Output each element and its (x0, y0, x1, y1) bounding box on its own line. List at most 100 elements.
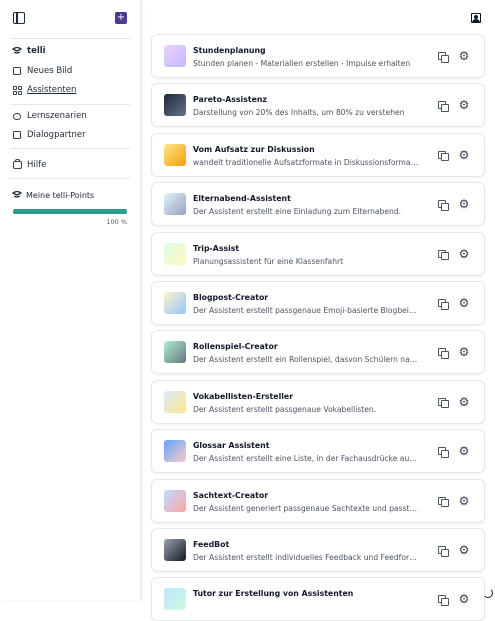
assistant-thumbnail (164, 588, 186, 611)
assistant-card[interactable]: FeedBot Der Assistent erstellt individuel… (151, 528, 485, 572)
sidebar-item-dialogpartner[interactable]: Dialogpartner (12, 127, 130, 143)
assistant-title: Pareto-Assistenz (193, 95, 267, 105)
sidebar: + telli Neues Bild Assistenten Lernszena… (0, 0, 141, 600)
settings-gear-icon[interactable]: ⚙ (458, 396, 470, 408)
points-progress-bar (13, 209, 127, 214)
settings-gear-icon[interactable]: ⚙ (458, 593, 470, 605)
assistant-description: Stunden planen - Materialien erstellen -… (193, 59, 411, 68)
assistant-thumbnail (164, 390, 186, 413)
grid-icon (12, 85, 22, 95)
settings-gear-icon[interactable]: ⚙ (458, 198, 470, 210)
assistant-description: Darstellung von 20% des Inhalts, um 80% … (193, 108, 405, 118)
assistant-thumbnail (164, 242, 186, 265)
duplicate-icon[interactable] (438, 52, 449, 63)
settings-gear-icon[interactable]: ⚙ (458, 50, 470, 62)
briefcase-icon (12, 159, 22, 170)
settings-gear-icon[interactable]: ⚙ (458, 99, 470, 111)
assistant-description: Der Assistent erstellt eine Einladung zu… (193, 207, 402, 217)
duplicate-icon[interactable] (438, 546, 449, 557)
points-percent: 100 % (106, 218, 127, 226)
assistant-card[interactable]: Sachtext-Creator Der Assistent generiert … (151, 478, 485, 523)
assistant-card[interactable]: Pareto-Assistenz Darstellung von 20% des … (151, 83, 485, 128)
assistant-description: Der Assistent erstellt individuelles Fee… (193, 553, 419, 562)
settings-gear-icon[interactable]: ⚙ (458, 495, 470, 507)
assistant-thumbnail (164, 193, 186, 216)
divider (10, 178, 130, 179)
sidebar-item-label: telli (27, 46, 46, 56)
assistant-card[interactable]: Elternabend-Assistent Der Assistent erste… (151, 182, 485, 227)
settings-gear-icon[interactable]: ⚙ (458, 544, 470, 556)
sidebar-item-label: Assistenten (27, 85, 77, 95)
duplicate-icon[interactable] (438, 299, 449, 310)
assistant-title: Stundenplanung (193, 46, 266, 55)
assistant-description: Der Assistent erstellt ein Rollenspiel, … (193, 355, 419, 365)
assistant-card[interactable]: Glossar Assistent Der Assistent erstellt … (151, 429, 485, 474)
assistant-title: Tutor zur Erstellung von Assistenten (193, 589, 354, 599)
new-chat-icon[interactable]: + (115, 12, 127, 24)
duplicate-icon[interactable] (438, 150, 449, 162)
sidebar-item-neues-bild[interactable]: Neues Bild (12, 63, 130, 79)
settings-gear-icon[interactable]: ⚙ (458, 445, 470, 457)
settings-gear-icon[interactable]: ⚙ (458, 346, 470, 358)
assistant-title: Vom Aufsatz zur Diskussion (193, 144, 315, 154)
assistant-title: Glossar Assistent (193, 441, 270, 451)
assistant-thumbnail (164, 341, 186, 364)
assistant-title: FeedBot (193, 540, 230, 549)
person-chat-icon (12, 130, 22, 140)
assistant-description: Der Assistent erstellt passgenaue Emoji-… (193, 306, 419, 315)
sidebar-item-lernszenarien[interactable]: Lernszenarien (12, 108, 130, 124)
sidebar-item-hilfe[interactable]: Hilfe (12, 157, 130, 173)
sidebar-item-telli[interactable]: telli (12, 43, 130, 59)
duplicate-icon[interactable] (438, 101, 449, 112)
duplicate-icon[interactable] (438, 447, 449, 458)
assistant-description: Planungsassistent für eine Klassenfahrt (193, 256, 344, 266)
duplicate-icon[interactable] (438, 496, 449, 508)
points-label: Meine telli-Points (26, 190, 95, 200)
sidebar-header: + (13, 12, 127, 28)
assistant-description: Der Assistent generiert passgenaue Sacht… (193, 503, 419, 513)
assistant-title: Blogpost-Creator (193, 293, 269, 302)
loading-spinner-icon (483, 588, 493, 598)
assistants-list: Stundenplanung Stunden planen - Materiali… (141, 0, 495, 621)
telli-logo-icon (12, 46, 22, 56)
sidebar-item-label: Neues Bild (27, 66, 73, 76)
duplicate-icon[interactable] (438, 249, 449, 261)
assistant-card[interactable]: Trip-Assist Planungsassistent für eine Kl… (151, 231, 485, 276)
settings-gear-icon[interactable]: ⚙ (458, 297, 470, 309)
sidebar-item-label: Dialogpartner (27, 130, 86, 140)
divider (10, 38, 130, 39)
sidebar-item-label: Lernszenarien (27, 111, 87, 121)
telli-logo-icon (12, 190, 22, 200)
divider (10, 104, 130, 105)
assistant-thumbnail (164, 45, 186, 67)
profile-icon[interactable] (471, 13, 481, 23)
duplicate-icon[interactable] (438, 397, 449, 409)
sidebar-item-label: Hilfe (27, 160, 47, 170)
points-label-row: Meine telli-Points (12, 190, 94, 200)
assistant-card[interactable]: Tutor zur Erstellung von Assistenten ⚙ (151, 577, 485, 621)
duplicate-icon[interactable] (438, 200, 449, 211)
settings-gear-icon[interactable]: ⚙ (458, 248, 470, 260)
chat-bubble-icon (12, 111, 22, 121)
assistant-title: Trip-Assist (193, 243, 240, 253)
assistant-card[interactable]: Stundenplanung Stunden planen - Materiali… (151, 34, 485, 78)
assistant-card[interactable]: Blogpost-Creator Der Assistent erstellt p… (151, 281, 485, 325)
assistant-title: Vokabellisten-Ersteller (193, 391, 294, 401)
sidebar-item-assistenten[interactable]: Assistenten (12, 82, 130, 98)
assistant-card[interactable]: Rollenspiel-Creator Der Assistent erstell… (151, 330, 485, 375)
image-icon (12, 66, 22, 76)
assistant-card[interactable]: Vom Aufsatz zur Diskussion wandelt tradit… (151, 132, 485, 177)
points-progress-fill (13, 209, 127, 214)
duplicate-icon[interactable] (438, 348, 449, 359)
assistant-card[interactable]: Vokabellisten-Ersteller Der Assistent ers… (151, 379, 485, 424)
assistant-thumbnail (164, 440, 186, 463)
assistant-title: Elternabend-Assistent (193, 194, 291, 204)
assistant-thumbnail (164, 94, 186, 117)
divider (10, 148, 130, 149)
settings-gear-icon[interactable]: ⚙ (458, 149, 470, 161)
toggle-sidebar-icon[interactable] (13, 12, 25, 24)
assistant-thumbnail (164, 292, 186, 314)
assistant-description: Der Assistent erstellt passgenaue Vokabe… (193, 404, 377, 414)
assistant-description: wandelt traditionelle Aufsatzformate in … (193, 157, 419, 167)
assistant-thumbnail (164, 489, 186, 512)
